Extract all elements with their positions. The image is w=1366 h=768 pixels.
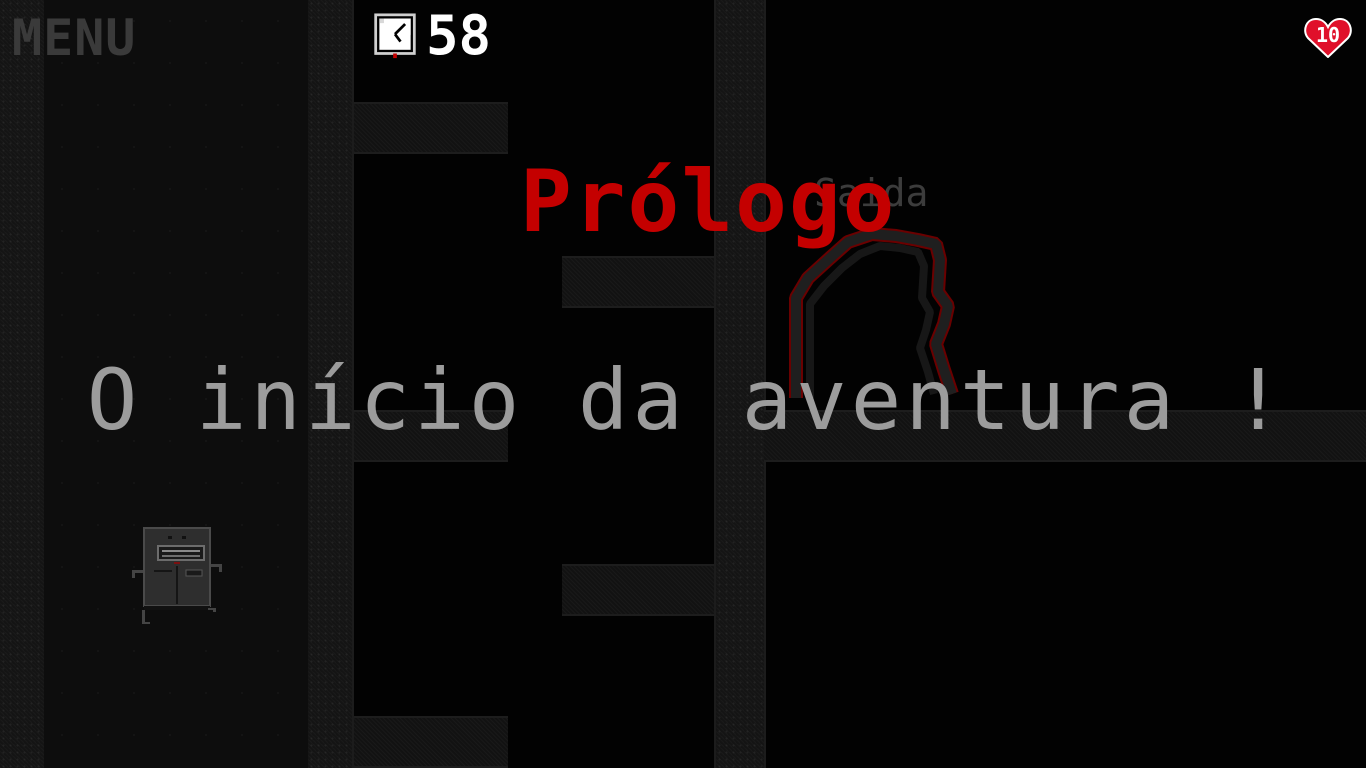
timer-value: 58 [426,4,492,67]
ledge-top-left [354,102,508,154]
clock-icon [374,13,416,59]
ledge-bottom-left [354,716,508,768]
lives-indicator: 10 [1304,16,1352,58]
ledge-upper-center [562,256,716,308]
chapter-subtitle: O início da aventura ! [86,351,1288,449]
ledge-lower-center [562,564,716,616]
lives-count: 10 [1315,23,1341,47]
chapter-title: Prólogo [520,152,897,252]
menu-button[interactable]: MENU [12,10,136,66]
timer: 58 [372,4,492,67]
player-character [132,527,222,624]
game-stage: Saida MENU 58 10 Prólogo O início da ave… [0,0,1366,768]
